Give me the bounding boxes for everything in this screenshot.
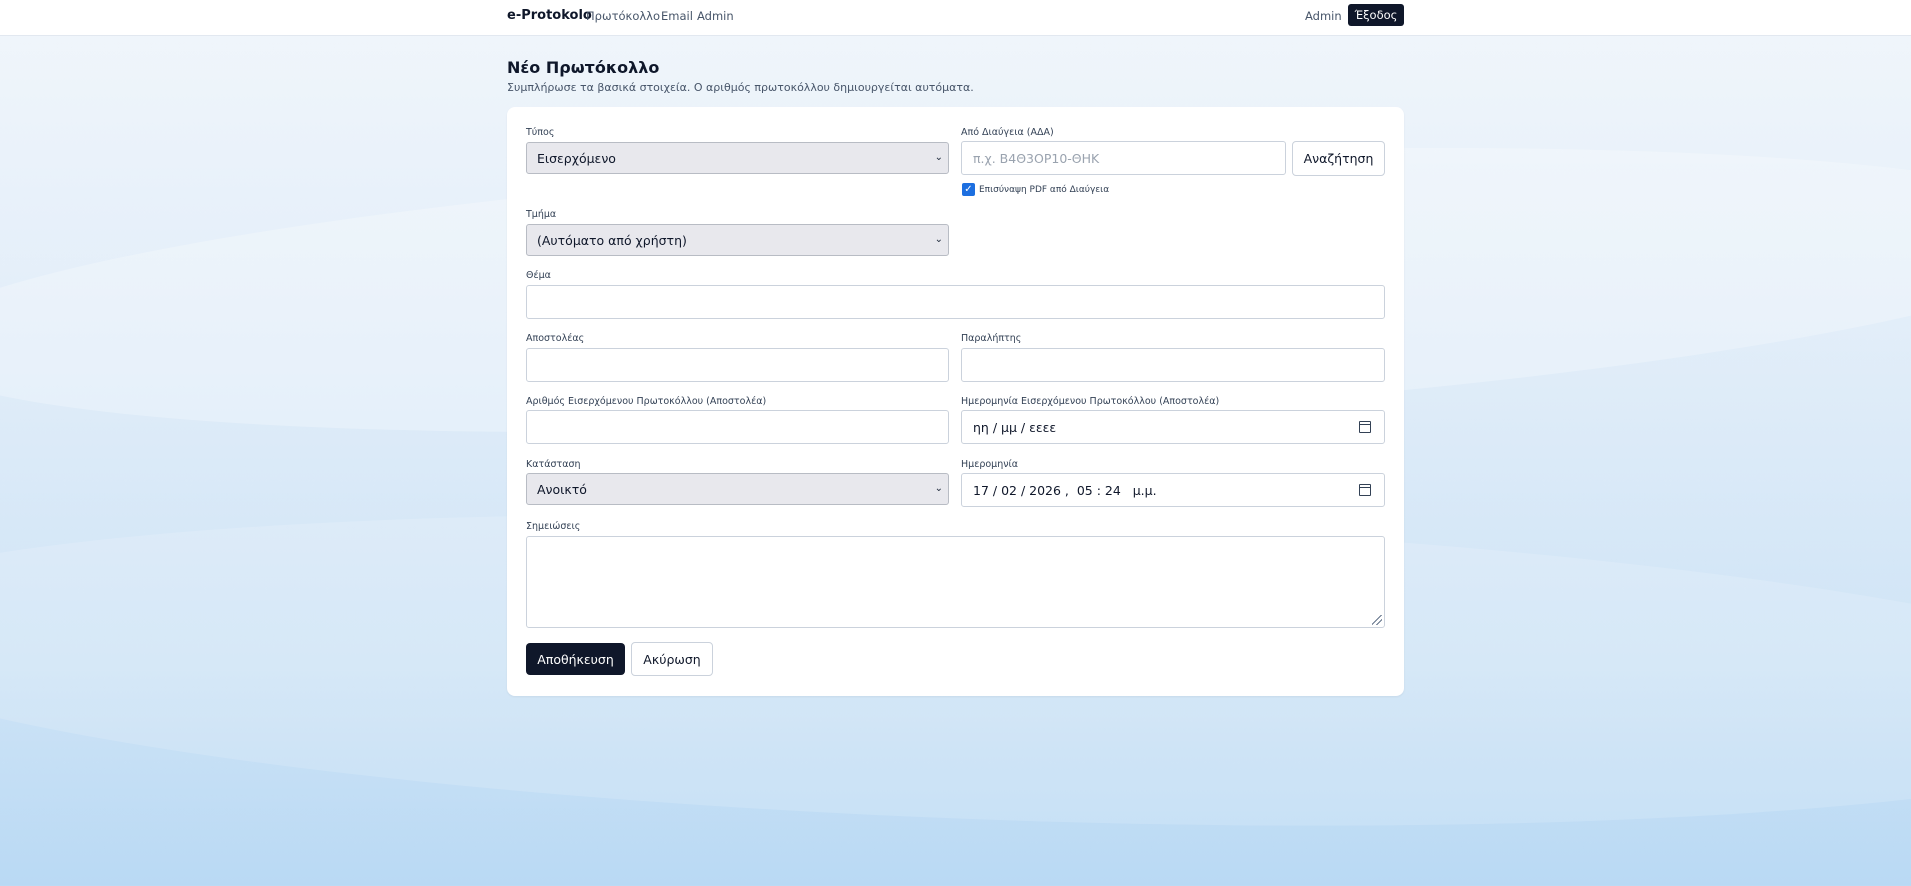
incoming-date-input[interactable]: ηη / μμ / εεεε [961,410,1385,444]
notes-textarea[interactable] [526,536,1385,628]
ada-input[interactable]: π.χ. Β4Θ3ΟΡ10-ΘΗΚ [961,141,1286,175]
user-name: Admin [1305,9,1342,23]
incoming-date-placeholder: ηη / μμ / εεεε [973,419,1057,435]
checkbox-check-icon: ✓ [964,184,973,195]
search-ada-button[interactable]: Αναζήτηση [1292,141,1385,176]
notes-label: Σημειώσεις [526,521,581,532]
department-label: Τμήμα [526,209,557,220]
nav-link-admin[interactable]: Admin [697,9,734,23]
sender-input[interactable] [526,348,949,382]
nav-link-protocol[interactable]: Πρωτόκολλο [586,9,660,23]
brand-logo[interactable]: e-Protokolo [507,8,592,23]
logout-button[interactable]: Έξοδος [1348,4,1404,26]
status-select-value: Ανοικτό [537,481,587,497]
subject-label: Θέμα [526,270,551,281]
department-select-value: (Αυτόματο από χρήστη) [537,232,687,248]
ada-label: Από Διαύγεια (ΑΔΑ) [961,127,1054,138]
type-select-value: Εισερχόμενο [537,150,616,166]
chevron-down-icon: ⌄ [934,234,943,245]
type-select[interactable]: Εισερχόμενο ⌄ [526,142,949,174]
calendar-icon[interactable] [1359,421,1371,433]
attach-pdf-label: Επισύναψη PDF από Διαύγεια [979,185,1110,195]
date-label: Ημερομηνία [961,459,1019,470]
incoming-number-input[interactable] [526,410,949,444]
subject-input[interactable] [526,285,1385,319]
cancel-button[interactable]: Ακύρωση [631,642,713,676]
incoming-number-label: Αριθμός Εισερχόμενου Πρωτοκόλλου (Αποστο… [526,396,767,407]
incoming-date-label: Ημερομηνία Εισερχόμενου Πρωτοκόλλου (Απο… [961,396,1220,407]
ada-input-placeholder: π.χ. Β4Θ3ΟΡ10-ΘΗΚ [973,150,1100,166]
type-label: Τύπος [526,127,555,138]
recipient-label: Παραλήπτης [961,333,1022,344]
nav-link-email[interactable]: Email [661,9,693,23]
calendar-icon[interactable] [1359,484,1371,496]
chevron-down-icon: ⌄ [934,152,943,163]
date-input-value: 17 / 02 / 2026 , 05 : 24 μ.μ. [973,482,1157,498]
attach-pdf-checkbox[interactable]: ✓ [962,183,975,196]
department-select[interactable]: (Αυτόματο από χρήστη) ⌄ [526,224,949,256]
page-subtitle: Συμπλήρωσε τα βασικά στοιχεία. Ο αριθμός… [507,81,974,94]
save-button[interactable]: Αποθήκευση [526,643,625,675]
chevron-down-icon: ⌄ [934,483,943,494]
resize-handle-icon[interactable] [1372,615,1382,625]
status-label: Κατάσταση [526,459,581,470]
status-select[interactable]: Ανοικτό ⌄ [526,473,949,505]
recipient-input[interactable] [961,348,1385,382]
sender-label: Αποστολέας [526,333,585,344]
form-card: Τύπος Εισερχόμενο ⌄ Από Διαύγεια (ΑΔΑ) π… [507,107,1404,696]
page-title: Νέο Πρωτόκολλο [507,58,660,77]
date-input[interactable]: 17 / 02 / 2026 , 05 : 24 μ.μ. [961,473,1385,507]
top-navbar: e-Protokolo Πρωτόκολλο Email Admin Admin… [0,0,1911,36]
